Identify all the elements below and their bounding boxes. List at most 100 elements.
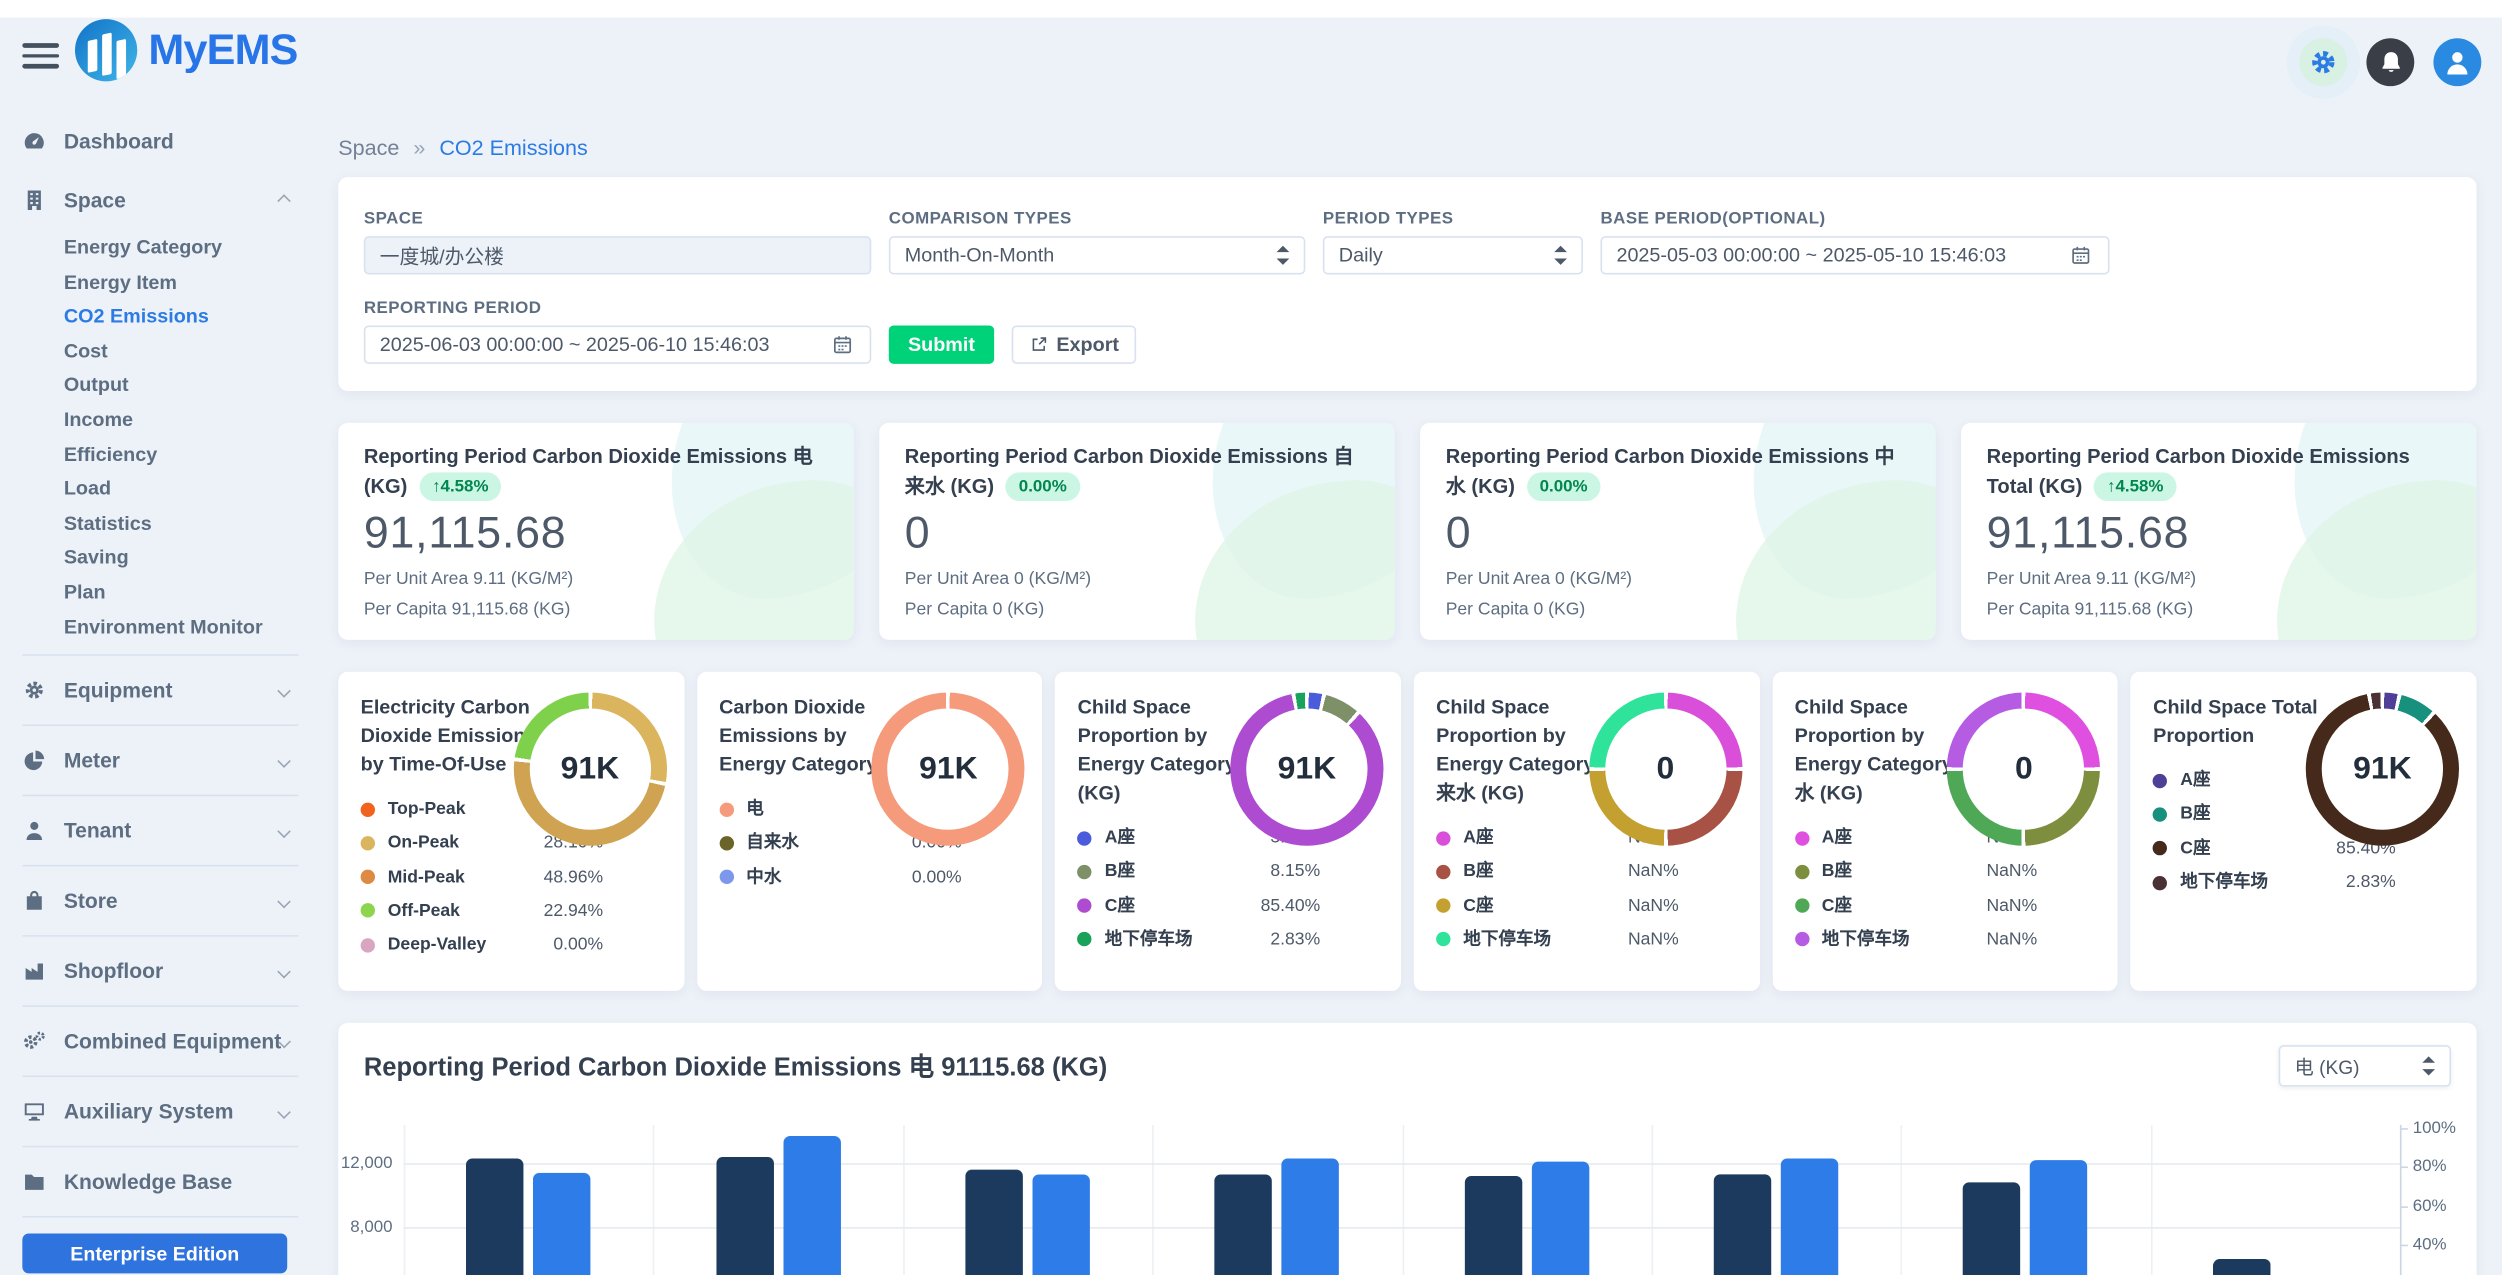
sidebar-item-meter[interactable]: Meter bbox=[22, 731, 301, 790]
trend-badge: ↑4.58% bbox=[419, 472, 501, 502]
gridline bbox=[903, 1125, 905, 1275]
legend-dot-icon bbox=[1795, 899, 1809, 913]
stat-card-value: 91,115.68 bbox=[364, 508, 828, 559]
sidebar-item-energy-item[interactable]: Energy Item bbox=[64, 266, 302, 300]
legend-label: C座 bbox=[1463, 894, 1628, 917]
user-avatar-icon[interactable] bbox=[2433, 38, 2481, 86]
reporting-period-label: REPORTING PERIOD bbox=[364, 298, 871, 317]
pie-icon bbox=[22, 748, 48, 774]
bar-base-period-4 bbox=[1215, 1175, 1272, 1275]
brand-logo[interactable]: MyEMS bbox=[75, 19, 298, 81]
donut-center-value: 0 bbox=[1947, 693, 2100, 846]
chevron-down-icon bbox=[277, 1105, 291, 1119]
sidebar-item-cost[interactable]: Cost bbox=[64, 335, 302, 369]
submit-button[interactable]: Submit bbox=[889, 326, 994, 364]
right-axis-tick-label: 60% bbox=[2413, 1196, 2447, 1215]
sidebar-item-plan[interactable]: Plan bbox=[64, 576, 302, 610]
sidebar-item-label: Dashboard bbox=[64, 129, 174, 153]
sidebar-divider bbox=[22, 865, 298, 867]
period-types-select[interactable]: Daily bbox=[1323, 236, 1583, 274]
export-icon bbox=[1029, 335, 1048, 354]
per-unit-area-line: Per Unit Area 0 (KG/M²) bbox=[905, 570, 1369, 589]
sidebar-item-equipment[interactable]: Equipment bbox=[22, 661, 301, 720]
comparison-types-select[interactable]: Month-On-Month bbox=[889, 236, 1305, 274]
sidebar-item-store[interactable]: Store bbox=[22, 871, 301, 930]
menu-toggle-icon[interactable] bbox=[22, 43, 59, 69]
sidebar-item-environment-monitor[interactable]: Environment Monitor bbox=[64, 610, 302, 644]
legend-value: NaN% bbox=[1628, 930, 1679, 949]
sidebar-divider bbox=[22, 654, 298, 656]
sidebar-divider bbox=[22, 795, 298, 797]
notifications-bell-icon[interactable] bbox=[2366, 38, 2414, 86]
legend-dot-icon bbox=[1078, 865, 1092, 879]
legend-label: Mid-Peak bbox=[388, 866, 544, 889]
sidebar-item-shopfloor[interactable]: Shopfloor bbox=[22, 942, 301, 1001]
stat-card-title: Reporting Period Carbon Dioxide Emission… bbox=[364, 444, 828, 502]
building-icon bbox=[22, 187, 48, 213]
legend-value: 8.15% bbox=[1270, 862, 1320, 881]
chart-title: Reporting Period Carbon Dioxide Emission… bbox=[364, 1045, 2451, 1083]
legend-dot-icon bbox=[1436, 933, 1450, 947]
enterprise-edition-button[interactable]: Enterprise Edition bbox=[22, 1234, 287, 1274]
settings-icon[interactable] bbox=[2299, 38, 2347, 86]
export-button[interactable]: Export bbox=[1012, 326, 1137, 364]
reporting-period-input[interactable]: 2025-06-03 00:00:00 ~ 2025-06-10 15:46:0… bbox=[364, 326, 871, 364]
breadcrumb-parent[interactable]: Space bbox=[338, 136, 399, 160]
space-label: SPACE bbox=[364, 209, 871, 228]
gridline bbox=[1152, 1125, 1154, 1275]
sidebar-item-label: Tenant bbox=[64, 819, 131, 843]
unit-select[interactable]: 电 (KG) bbox=[2279, 1045, 2451, 1086]
base-period-input[interactable]: 2025-05-03 00:00:00 ~ 2025-05-10 15:46:0… bbox=[1600, 236, 2109, 274]
legend-value: NaN% bbox=[1628, 896, 1679, 915]
sidebar-item-auxiliary-system[interactable]: Auxiliary System bbox=[22, 1082, 301, 1141]
sidebar-divider bbox=[22, 935, 298, 937]
sidebar-item-load[interactable]: Load bbox=[64, 473, 302, 507]
legend-dot-icon bbox=[719, 836, 733, 850]
sidebar-item-space[interactable]: Space bbox=[22, 171, 301, 230]
period-types-label: PERIOD TYPES bbox=[1323, 209, 1583, 228]
sidebar-item-dashboard[interactable]: Dashboard bbox=[22, 112, 301, 171]
sidebar-item-tenant[interactable]: Tenant bbox=[22, 801, 301, 860]
breadcrumb-separator: » bbox=[413, 136, 425, 160]
axis-tick bbox=[2400, 1167, 2408, 1169]
legend-value: 48.96% bbox=[544, 868, 604, 887]
sidebar-item-energy-category[interactable]: Energy Category bbox=[64, 231, 302, 265]
legend-dot-icon bbox=[1436, 831, 1450, 845]
sidebar-divider bbox=[22, 725, 298, 727]
legend-dot-icon bbox=[719, 802, 733, 816]
bar-chart-plot: 12,0008,000100%80%60%40% bbox=[404, 1125, 2400, 1275]
donut-center-value: 0 bbox=[1589, 693, 1742, 846]
legend-item: C座NaN% bbox=[1436, 894, 1679, 917]
axis-tick bbox=[2400, 1245, 2408, 1247]
per-capita-line: Per Capita 91,115.68 (KG) bbox=[1987, 601, 2451, 620]
bar-reporting-period-3 bbox=[1032, 1175, 1089, 1275]
legend-label: C座 bbox=[1105, 894, 1261, 917]
gridline bbox=[404, 1163, 2400, 1165]
sidebar-item-efficiency[interactable]: Efficiency bbox=[64, 438, 302, 472]
legend-item: 地下停车场NaN% bbox=[1436, 928, 1679, 951]
legend-dot-icon bbox=[1436, 899, 1450, 913]
select-arrows-icon bbox=[1554, 246, 1567, 265]
sidebar-item-label: Auxiliary System bbox=[64, 1100, 234, 1124]
bar-reporting-period-2 bbox=[783, 1136, 840, 1275]
sidebar-item-output[interactable]: Output bbox=[64, 369, 302, 403]
stat-card-3: Reporting Period Carbon Dioxide Emission… bbox=[1420, 423, 1935, 640]
sidebar-item-saving[interactable]: Saving bbox=[64, 541, 302, 575]
sidebar-item-label: Knowledge Base bbox=[64, 1170, 232, 1194]
legend-item: C座85.40% bbox=[1078, 894, 1321, 917]
bar-reporting-period-6 bbox=[1781, 1159, 1838, 1275]
sidebar-item-co2-emissions[interactable]: CO2 Emissions bbox=[64, 300, 302, 334]
axis-tick bbox=[2400, 1206, 2408, 1208]
sidebar-item-income[interactable]: Income bbox=[64, 404, 302, 438]
sidebar-item-combined-equipment[interactable]: Combined Equipment bbox=[22, 1012, 301, 1071]
legend-dot-icon bbox=[1078, 831, 1092, 845]
breadcrumb: Space » CO2 Emissions bbox=[338, 136, 2476, 160]
legend-value: 2.83% bbox=[2346, 873, 2396, 892]
sidebar-item-knowledge-base[interactable]: Knowledge Base bbox=[22, 1152, 301, 1211]
sidebar-item-statistics[interactable]: Statistics bbox=[64, 507, 302, 541]
legend-label: Deep-Valley bbox=[388, 934, 554, 957]
factory-icon bbox=[22, 958, 48, 984]
bar-base-period-5 bbox=[1464, 1176, 1521, 1275]
legend-label: 地下停车场 bbox=[1463, 928, 1628, 951]
space-input[interactable]: 一度城/办公楼 bbox=[364, 236, 871, 274]
